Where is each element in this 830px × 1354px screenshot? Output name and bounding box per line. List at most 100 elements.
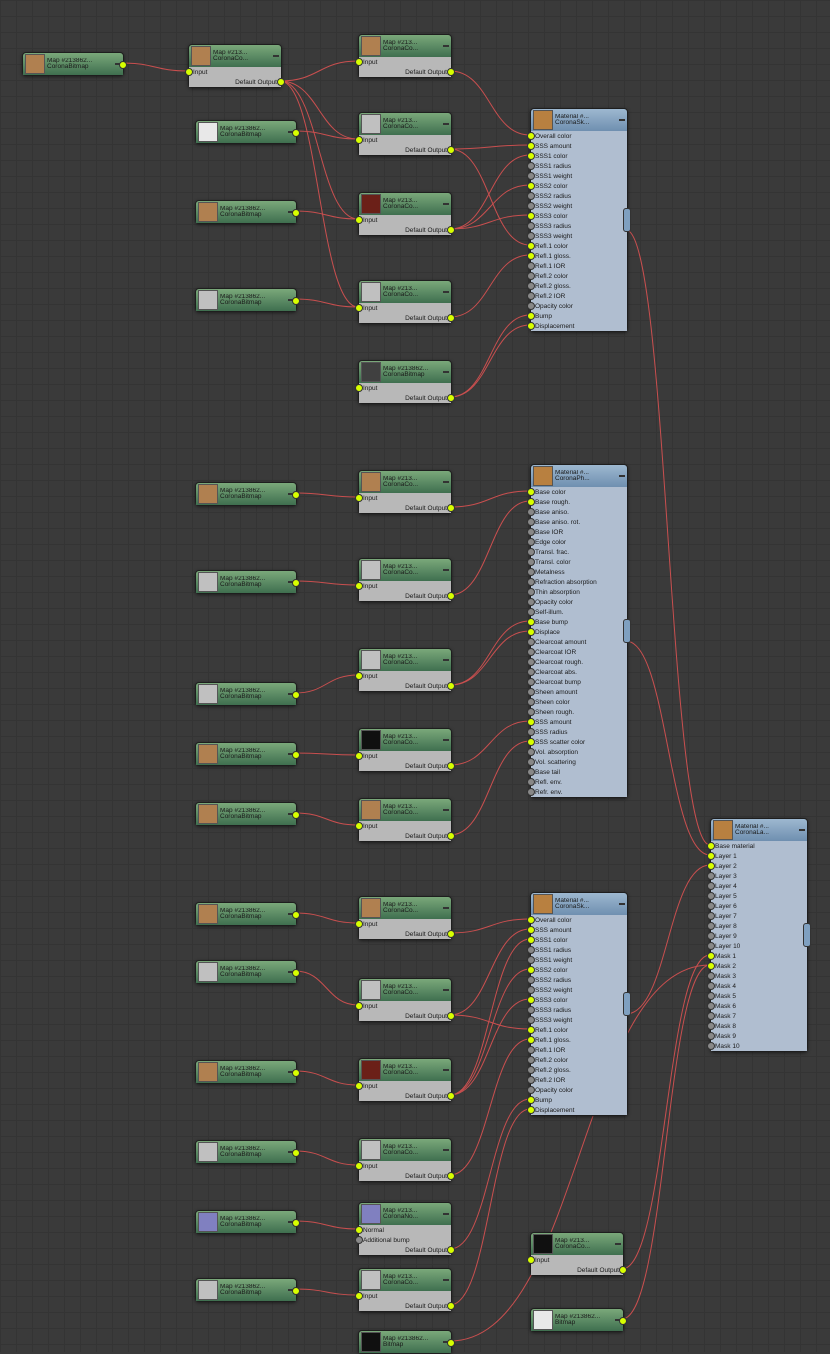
color-correct-node[interactable]: Map #213...CoronaCo...InputDefault Outpu… bbox=[530, 1232, 624, 1276]
output-slot[interactable]: Default Output bbox=[359, 1011, 451, 1021]
output-slot[interactable]: Default Output bbox=[359, 225, 451, 235]
material-slot[interactable]: Sheen rough. bbox=[531, 707, 627, 717]
node-header[interactable]: Map #213862...CoronaBitmap bbox=[196, 743, 296, 765]
color-correct-node[interactable]: Map #213...CoronaCo...InputDefault Outpu… bbox=[358, 978, 452, 1022]
material-slot[interactable]: SSS1 weight bbox=[531, 171, 627, 181]
material-slot[interactable]: Mask 6 bbox=[711, 1001, 807, 1011]
input-slot[interactable]: Input bbox=[359, 581, 451, 591]
material-slot[interactable]: Clearcoat abs. bbox=[531, 667, 627, 677]
input-slot[interactable]: Input bbox=[189, 67, 281, 77]
material-slot[interactable]: Base rough. bbox=[531, 497, 627, 507]
material-slot[interactable]: SSS2 weight bbox=[531, 201, 627, 211]
material-slot[interactable]: Refl.1 color bbox=[531, 1025, 627, 1035]
material-node[interactable]: Material #...CoronaLa...Base materialLay… bbox=[710, 818, 808, 1052]
material-slot[interactable]: Vol. absorption bbox=[531, 747, 627, 757]
material-slot[interactable]: Refl.1 gloss. bbox=[531, 251, 627, 261]
material-slot[interactable]: Layer 10 bbox=[711, 941, 807, 951]
output-slot[interactable]: Default Output bbox=[359, 67, 451, 77]
output-slot[interactable]: Default Output bbox=[359, 1091, 451, 1101]
material-slot[interactable]: Base IOR bbox=[531, 527, 627, 537]
color-correct-node[interactable]: Map #213...CoronaCo...InputDefault Outpu… bbox=[358, 648, 452, 692]
bitmap-node[interactable]: Map #213862...CoronaBitmap bbox=[195, 682, 297, 706]
output-port[interactable] bbox=[292, 751, 300, 759]
material-slot[interactable]: Base tail bbox=[531, 767, 627, 777]
input-slot[interactable]: Input bbox=[359, 303, 451, 313]
material-slot[interactable]: Mask 4 bbox=[711, 981, 807, 991]
material-slot[interactable]: Refl.2 color bbox=[531, 271, 627, 281]
output-port[interactable] bbox=[292, 579, 300, 587]
output-slot[interactable]: Default Output bbox=[359, 145, 451, 155]
color-correct-node[interactable]: Map #213...CoronaCo...InputDefault Outpu… bbox=[358, 470, 452, 514]
output-slot[interactable]: Default Output bbox=[359, 1245, 451, 1255]
material-slot[interactable]: Mask 1 bbox=[711, 951, 807, 961]
material-slot[interactable]: Sheen amount bbox=[531, 687, 627, 697]
node-header[interactable]: Map #213...CoronaCo... bbox=[359, 35, 451, 57]
node-header[interactable]: Map #213862...CoronaBitmap bbox=[196, 1211, 296, 1233]
material-slot[interactable]: Layer 8 bbox=[711, 921, 807, 931]
node-header[interactable]: Material #...CoronaSk... bbox=[531, 109, 627, 131]
material-slot[interactable]: Metalness bbox=[531, 567, 627, 577]
material-slot[interactable]: Layer 2 bbox=[711, 861, 807, 871]
output-port[interactable] bbox=[292, 969, 300, 977]
collapse-icon[interactable] bbox=[443, 1213, 449, 1215]
collapse-icon[interactable] bbox=[273, 55, 279, 57]
node-header[interactable]: Map #213...CoronaCo... bbox=[531, 1233, 623, 1255]
collapse-icon[interactable] bbox=[443, 1149, 449, 1151]
material-slot[interactable]: Base aniso. bbox=[531, 507, 627, 517]
node-header[interactable]: Map #213...CoronaCo... bbox=[359, 897, 451, 919]
material-slot[interactable]: SSS1 color bbox=[531, 151, 627, 161]
collapse-icon[interactable] bbox=[443, 907, 449, 909]
material-slot[interactable]: Base bump bbox=[531, 617, 627, 627]
material-slot[interactable]: SSS1 color bbox=[531, 935, 627, 945]
bitmap-node[interactable]: Map #213862...CoronaBitmap bbox=[195, 482, 297, 506]
material-slot[interactable]: SSS scatter color bbox=[531, 737, 627, 747]
input-slot[interactable]: Input bbox=[531, 1255, 623, 1265]
bitmap-node[interactable]: Map #213862...CoronaBitmap bbox=[195, 1278, 297, 1302]
material-slot[interactable]: Sheen color bbox=[531, 697, 627, 707]
material-slot[interactable]: Transl. color bbox=[531, 557, 627, 567]
bitmap-node[interactable]: Map #213862...CoronaBitmap bbox=[195, 1140, 297, 1164]
color-correct-node[interactable]: Map #213...CoronaCo...InputDefault Outpu… bbox=[358, 1058, 452, 1102]
input-slot[interactable]: Input bbox=[359, 57, 451, 67]
node-header[interactable]: Map #213862...CoronaBitmap bbox=[196, 803, 296, 825]
node-header[interactable]: Map #213862...CoronaBitmap bbox=[23, 53, 123, 75]
output-handle[interactable] bbox=[623, 208, 631, 232]
output-port[interactable] bbox=[292, 811, 300, 819]
material-slot[interactable]: Layer 4 bbox=[711, 881, 807, 891]
output-slot[interactable]: Default Output bbox=[359, 761, 451, 771]
node-header[interactable]: Map #213862...CoronaBitmap bbox=[196, 289, 296, 311]
collapse-icon[interactable] bbox=[443, 739, 449, 741]
output-handle[interactable] bbox=[623, 619, 631, 643]
material-slot[interactable]: Self-illum. bbox=[531, 607, 627, 617]
collapse-icon[interactable] bbox=[443, 989, 449, 991]
color-correct-node[interactable]: Map #213...CoronaCo...InputDefault Outpu… bbox=[358, 728, 452, 772]
material-slot[interactable]: Refl.1 gloss. bbox=[531, 1035, 627, 1045]
material-slot[interactable]: SSS3 color bbox=[531, 995, 627, 1005]
material-slot[interactable]: Base color bbox=[531, 487, 627, 497]
input-slot[interactable]: Input bbox=[359, 1001, 451, 1011]
material-slot[interactable]: Mask 10 bbox=[711, 1041, 807, 1051]
material-slot[interactable]: SSS1 radius bbox=[531, 161, 627, 171]
material-slot[interactable]: SSS3 radius bbox=[531, 221, 627, 231]
material-node[interactable]: Material #...CoronaPh...Base colorBase r… bbox=[530, 464, 628, 798]
bitmap-node[interactable]: Map #213862...CoronaBitmap bbox=[195, 960, 297, 984]
material-slot[interactable]: SSS radius bbox=[531, 727, 627, 737]
input-slot[interactable]: Input bbox=[359, 1291, 451, 1301]
collapse-icon[interactable] bbox=[443, 45, 449, 47]
node-header[interactable]: Map #213862...CoronaBitmap bbox=[196, 961, 296, 983]
collapse-icon[interactable] bbox=[443, 123, 449, 125]
bitmap-node[interactable]: Map #213862...CoronaBitmap bbox=[195, 200, 297, 224]
material-slot[interactable]: Refl.2 gloss. bbox=[531, 281, 627, 291]
material-slot[interactable]: Edge color bbox=[531, 537, 627, 547]
node-header[interactable]: Map #213...CoronaCo... bbox=[359, 649, 451, 671]
material-slot[interactable]: Base material bbox=[711, 841, 807, 851]
material-slot[interactable]: Vol. scattering bbox=[531, 757, 627, 767]
collapse-icon[interactable] bbox=[619, 903, 625, 905]
node-header[interactable]: Map #213...CoronaCo... bbox=[189, 45, 281, 67]
node-header[interactable]: Map #213...CoronaCo... bbox=[359, 1139, 451, 1161]
collapse-icon[interactable] bbox=[799, 829, 805, 831]
output-slot[interactable]: Default Output bbox=[359, 929, 451, 939]
material-slot[interactable]: Layer 7 bbox=[711, 911, 807, 921]
material-slot[interactable]: SSS3 weight bbox=[531, 231, 627, 241]
material-slot[interactable]: Displacement bbox=[531, 1105, 627, 1115]
